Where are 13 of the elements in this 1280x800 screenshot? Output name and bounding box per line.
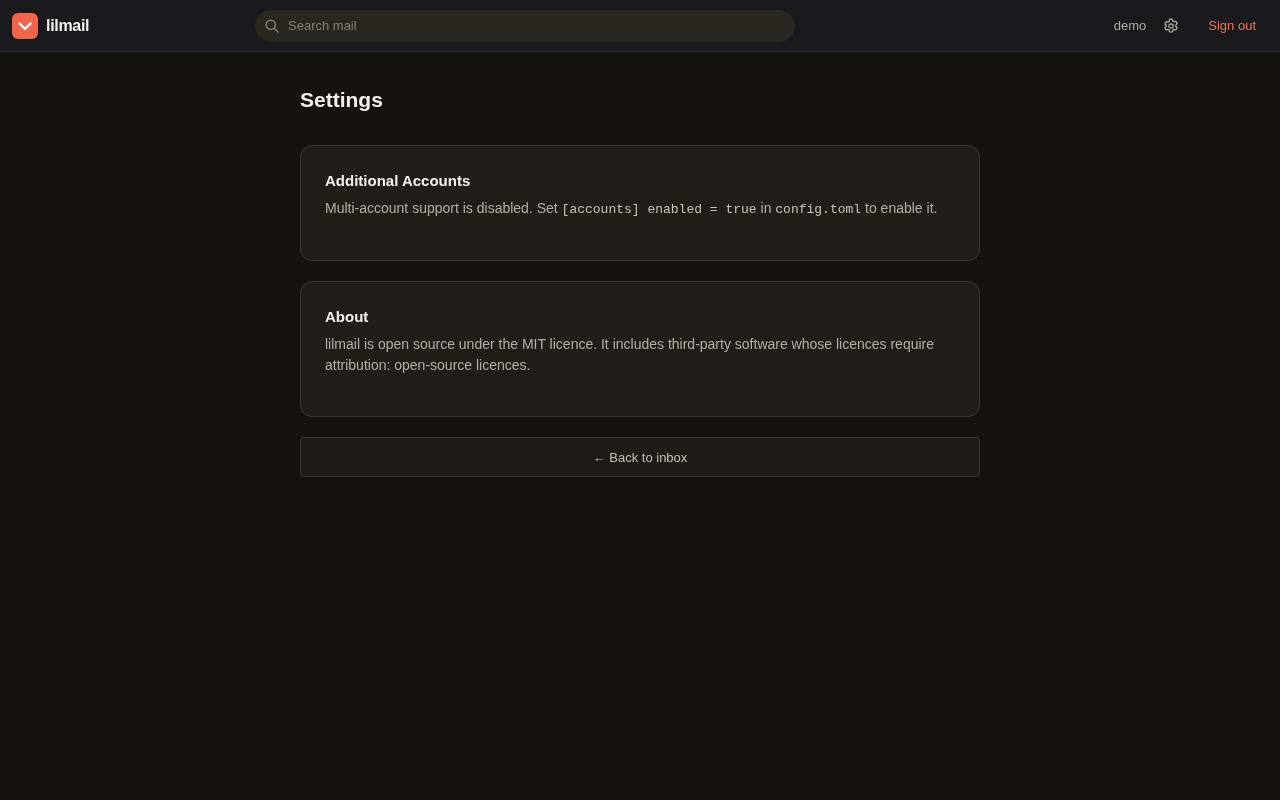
app-name: lilmail	[46, 16, 90, 35]
username: demo	[1113, 18, 1147, 33]
back-to-inbox-button[interactable]: ← Back to inbox	[300, 437, 980, 477]
card-title: About	[325, 307, 370, 327]
logo-icon	[12, 12, 38, 39]
sign-out-button[interactable]: Sign out	[1208, 14, 1256, 37]
card-title: Additional Accounts	[325, 171, 472, 191]
card-description: Multi-account support is disabled. Set [accounts] enabled = true in config.toml to enable it.	[325, 199, 939, 219]
search-icon	[265, 18, 279, 33]
card-description: lilmail is open source under the MIT licence. It includes third-party software whose licences require attribution: open-source licences.	[325, 335, 936, 375]
search-field[interactable]: Search mail	[255, 9, 795, 42]
settings-icon[interactable]	[1163, 17, 1180, 34]
page-title: Settings	[300, 87, 384, 113]
